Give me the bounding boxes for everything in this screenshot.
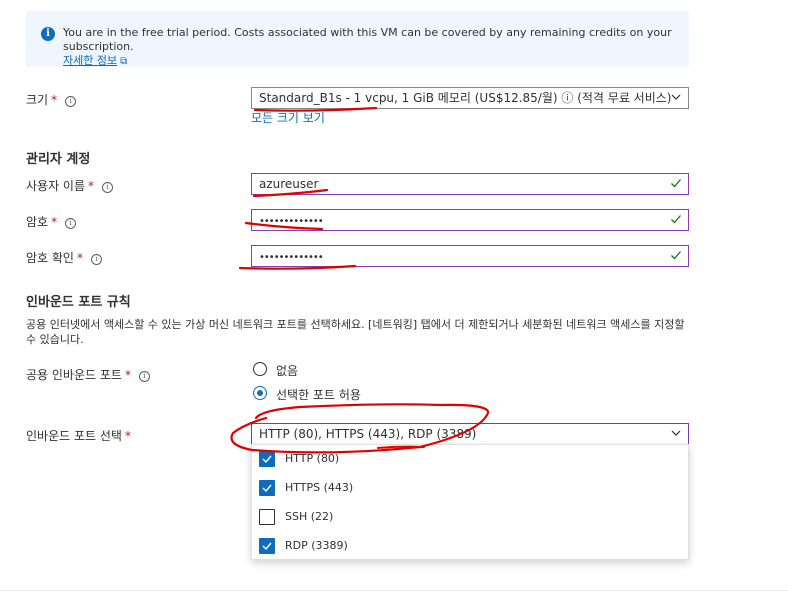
required-mark: *: [51, 93, 58, 107]
info-icon[interactable]: i: [138, 371, 150, 382]
checkbox-https[interactable]: [259, 480, 275, 496]
divider: [0, 590, 788, 591]
banner-text: You are in the free trial period. Costs …: [63, 26, 683, 69]
radio-none[interactable]: [253, 362, 267, 376]
external-link-icon: ⧉: [120, 56, 128, 67]
option-label: HTTP (80): [285, 452, 340, 465]
username-field[interactable]: azureuser: [251, 173, 689, 195]
info-icon[interactable]: i: [65, 218, 77, 229]
required-mark: *: [76, 251, 83, 265]
size-select-value: Standard_B1s - 1 vcpu, 1 GiB 메모리 (US$12.…: [259, 91, 672, 105]
username-label: 사용자 이름 * i: [26, 177, 114, 194]
password-field[interactable]: •••••••••••••: [251, 209, 689, 231]
password-label: 암호 * i: [26, 213, 77, 230]
check-icon: [671, 179, 681, 188]
info-icon[interactable]: i: [102, 182, 114, 193]
option-label: SSH (22): [285, 510, 334, 523]
inbound-ports-value: HTTP (80), HTTPS (443), RDP (3389): [259, 427, 477, 441]
required-mark: *: [124, 368, 131, 382]
banner-message: You are in the free trial period. Costs …: [63, 26, 672, 53]
option-label: HTTPS (443): [285, 481, 354, 494]
checkbox-rdp[interactable]: [259, 538, 275, 554]
username-value: azureuser: [259, 177, 319, 191]
inbound-ports-select[interactable]: HTTP (80), HTTPS (443), RDP (3389): [251, 423, 689, 445]
admin-section-title: 관리자 계정: [26, 152, 91, 167]
radio-allow-selected[interactable]: [253, 386, 267, 400]
checkbox-ssh[interactable]: [259, 509, 275, 525]
see-all-sizes-link[interactable]: 모든 크기 보기: [251, 109, 325, 126]
password-value: •••••••••••••: [259, 216, 324, 227]
required-mark: *: [124, 429, 131, 443]
inbound-description: 공용 인터넷에서 액세스할 수 있는 가상 머신 네트워크 포트를 선택하세요.…: [26, 318, 685, 346]
radio-allow-label: 선택한 포트 허용: [276, 388, 361, 402]
public-inbound-label: 공용 인바운드 포트 * i: [26, 366, 150, 383]
size-label: 크기 * i: [26, 91, 77, 108]
info-icon: i: [41, 27, 55, 41]
ports-dropdown-list: HTTP (80) HTTPS (443) SSH (22) RDP (3389…: [251, 444, 689, 560]
info-banner: i You are in the free trial period. Cost…: [26, 11, 689, 67]
required-mark: *: [51, 215, 58, 229]
confirm-password-field[interactable]: •••••••••••••: [251, 245, 689, 267]
check-icon: [671, 251, 681, 260]
info-icon[interactable]: i: [90, 254, 102, 265]
option-label: RDP (3389): [285, 539, 348, 552]
chevron-down-icon: [671, 430, 681, 436]
select-ports-label: 인바운드 포트 선택 *: [26, 429, 131, 443]
learn-more-link[interactable]: 자세한 정보: [63, 54, 117, 67]
size-select[interactable]: Standard_B1s - 1 vcpu, 1 GiB 메모리 (US$12.…: [251, 87, 689, 109]
inbound-section-title: 인바운드 포트 규칙: [26, 295, 131, 310]
confirm-password-value: •••••••••••••: [259, 252, 324, 263]
radio-none-label: 없음: [276, 364, 299, 378]
chevron-down-icon: [671, 94, 681, 100]
check-icon: [671, 215, 681, 224]
info-icon[interactable]: i: [65, 96, 77, 107]
required-mark: *: [88, 179, 95, 193]
confirm-password-label: 암호 확인 * i: [26, 249, 102, 266]
checkbox-http[interactable]: [259, 451, 275, 467]
